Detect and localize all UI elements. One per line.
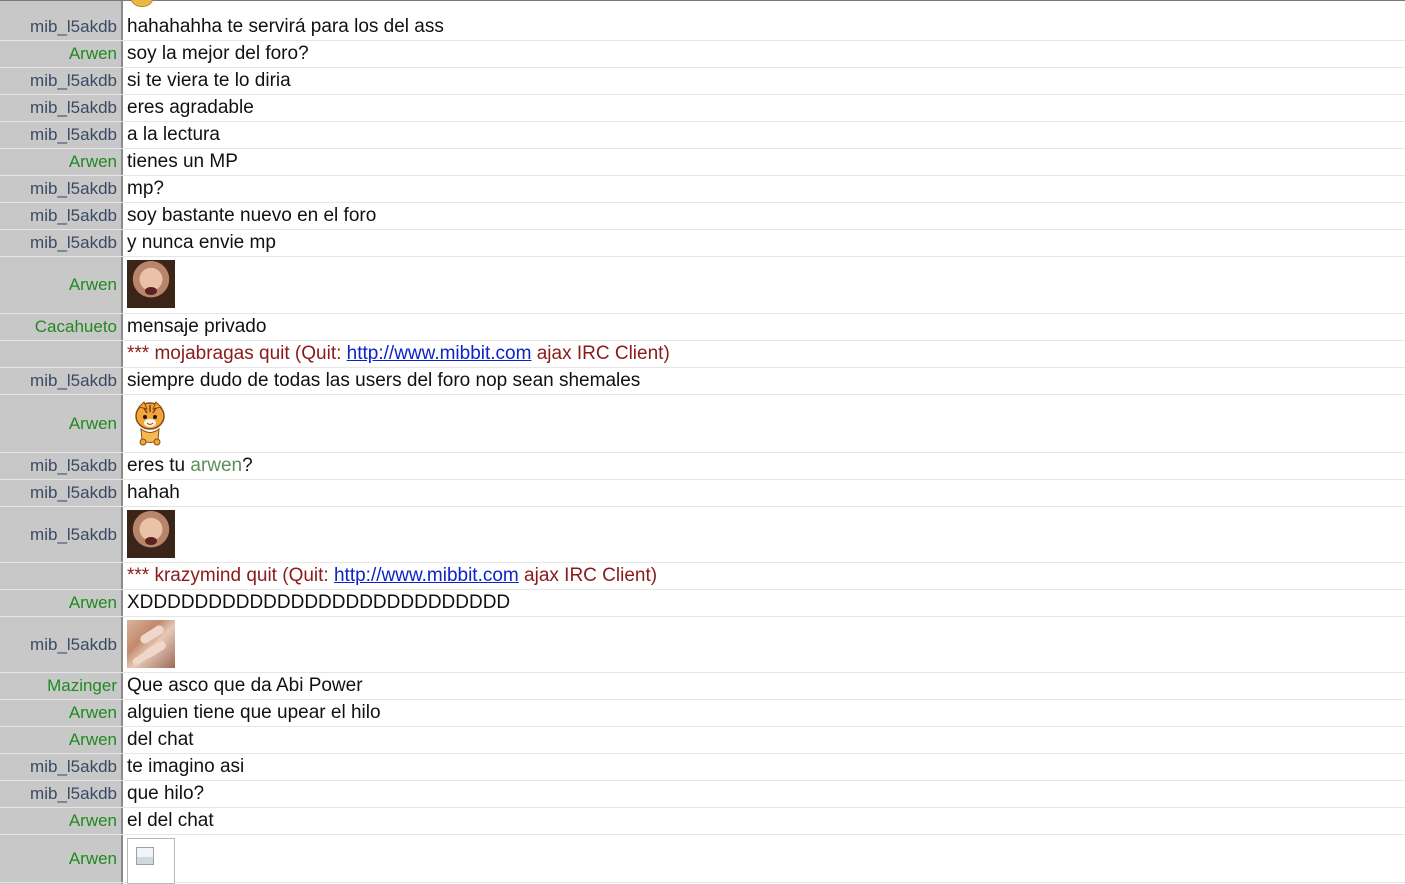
message-row: Mazinger Que asco que da Abi Power <box>0 673 1405 700</box>
nick-label[interactable]: Arwen <box>0 41 117 67</box>
nick-label[interactable]: Cacahueto <box>0 314 117 340</box>
message-row: mib_l5akdb soy bastante nuevo en el foro <box>0 203 1405 230</box>
message-text: Que asco que da Abi Power <box>127 675 363 696</box>
message-text: mensaje privado <box>127 316 267 337</box>
nick-label[interactable]: Arwen <box>0 727 117 753</box>
message-row: Arwen el del chat <box>0 808 1405 835</box>
system-message-row: *** krazymind quit (Quit: http://www.mib… <box>0 563 1405 590</box>
message-row: mib_l5akdb eres agradable <box>0 95 1405 122</box>
nick-label[interactable]: mib_l5akdb <box>0 68 117 94</box>
message-row: Cacahueto mensaje privado <box>0 314 1405 341</box>
message-text: hahahahha te servirá para los del ass <box>127 16 444 37</box>
nick-mention[interactable]: arwen <box>190 455 242 476</box>
message-text: eres tu arwen? <box>127 453 1405 479</box>
mibbit-link[interactable]: http://www.mibbit.com <box>334 565 519 586</box>
message-text: que hilo? <box>127 783 205 804</box>
nick-label[interactable]: mib_l5akdb <box>0 122 117 148</box>
message-row: mib_l5akdb <box>0 507 1405 563</box>
nick-label[interactable]: mib_l5akdb <box>0 453 117 479</box>
message-row: Arwen del chat <box>0 727 1405 754</box>
system-text-before: mojabragas quit (Quit: <box>154 343 342 364</box>
irc-chat-window: mib_l5akdb hahahahha te servirá para los… <box>0 0 1405 884</box>
system-stars: *** <box>127 565 150 586</box>
message-row: mib_l5akdb que hilo? <box>0 781 1405 808</box>
nick-label[interactable]: mib_l5akdb <box>0 617 117 672</box>
message-text: si te viera te lo diria <box>127 70 291 91</box>
message-row: mib_l5akdb hahahahha te servirá para los… <box>0 14 1405 41</box>
message-text: hahah <box>127 482 180 503</box>
message-text: mp? <box>127 178 164 199</box>
tiger-sticker-icon[interactable] <box>133 398 167 446</box>
nick-label[interactable]: Arwen <box>0 590 117 616</box>
message-row: mib_l5akdb eres tu arwen? <box>0 453 1405 480</box>
message-text: el del chat <box>127 810 214 831</box>
message-text: soy la mejor del foro? <box>127 43 309 64</box>
message-text: del chat <box>127 729 194 750</box>
message-row: mib_l5akdb si te viera te lo diria <box>0 68 1405 95</box>
message-row: Arwen tienes un MP <box>0 149 1405 176</box>
message-text: eres agradable <box>127 97 254 118</box>
message-list: mib_l5akdb hahahahha te servirá para los… <box>0 14 1405 884</box>
message-row: mib_l5akdb y nunca envie mp <box>0 230 1405 257</box>
system-text-before: krazymind quit (Quit: <box>154 565 329 586</box>
system-text-after: ajax IRC Client) <box>536 343 670 364</box>
nick-label[interactable]: Arwen <box>0 700 117 726</box>
message-text-after: ? <box>242 455 253 476</box>
nick-label[interactable]: mib_l5akdb <box>0 176 117 202</box>
message-row: Arwen <box>0 835 1405 884</box>
message-row: mib_l5akdb siempre dudo de todas las use… <box>0 368 1405 395</box>
message-row: Arwen soy la mejor del foro? <box>0 41 1405 68</box>
nick-label[interactable]: Arwen <box>0 808 117 834</box>
smiley-icon <box>130 0 154 7</box>
face-image-thumbnail[interactable] <box>127 510 175 558</box>
nick-label[interactable]: Mazinger <box>0 673 117 699</box>
message-text: te imagino asi <box>127 756 245 777</box>
message-row: mib_l5akdb a la lectura <box>0 122 1405 149</box>
nick-label[interactable]: mib_l5akdb <box>0 754 117 780</box>
nick-label[interactable]: Arwen <box>0 257 117 313</box>
message-text: soy bastante nuevo en el foro <box>127 205 377 226</box>
message-row: mib_l5akdb te imagino asi <box>0 754 1405 781</box>
system-message: *** mojabragas quit (Quit: http://www.mi… <box>127 341 1405 367</box>
message-row: Arwen XDDDDDDDDDDDDDDDDDDDDDDDDDDD <box>0 590 1405 617</box>
message-row: Arwen <box>0 395 1405 453</box>
system-message: *** krazymind quit (Quit: http://www.mib… <box>127 563 1405 589</box>
nick-label[interactable]: mib_l5akdb <box>0 368 117 394</box>
message-row: mib_l5akdb <box>0 617 1405 673</box>
system-message-row: *** mojabragas quit (Quit: http://www.mi… <box>0 341 1405 368</box>
nick-label[interactable]: Arwen <box>0 149 117 175</box>
message-text: alguien tiene que upear el hilo <box>127 702 381 723</box>
message-row: mib_l5akdb mp? <box>0 176 1405 203</box>
broken-image-icon[interactable] <box>127 838 175 884</box>
message-row: Arwen <box>0 257 1405 314</box>
nick-label[interactable]: Arwen <box>0 395 117 452</box>
nick-label[interactable]: mib_l5akdb <box>0 507 117 562</box>
nick-label[interactable]: Arwen <box>0 835 117 882</box>
nick-label[interactable]: mib_l5akdb <box>0 95 117 121</box>
nick-label[interactable]: mib_l5akdb <box>0 203 117 229</box>
message-text: y nunca envie mp <box>127 232 276 253</box>
message-row: mib_l5akdb hahah <box>0 480 1405 507</box>
nick-label[interactable]: mib_l5akdb <box>0 480 117 506</box>
message-text: XDDDDDDDDDDDDDDDDDDDDDDDDDDD <box>127 592 511 613</box>
hand-image-thumbnail[interactable] <box>127 620 175 668</box>
empty-nick-cell <box>0 563 117 589</box>
message-text-before: eres tu <box>127 455 186 476</box>
empty-nick-cell <box>0 341 117 367</box>
mibbit-link[interactable]: http://www.mibbit.com <box>347 343 532 364</box>
message-row: Arwen alguien tiene que upear el hilo <box>0 700 1405 727</box>
system-text-after: ajax IRC Client) <box>524 565 658 586</box>
nick-label[interactable]: mib_l5akdb <box>0 230 117 256</box>
nick-label[interactable]: mib_l5akdb <box>0 781 117 807</box>
face-image-thumbnail[interactable] <box>127 260 175 308</box>
message-text: a la lectura <box>127 124 220 145</box>
system-stars: *** <box>127 343 150 364</box>
message-text: tienes un MP <box>127 151 238 172</box>
message-text: siempre dudo de todas las users del foro… <box>127 370 641 391</box>
nick-label[interactable]: mib_l5akdb <box>0 14 117 40</box>
